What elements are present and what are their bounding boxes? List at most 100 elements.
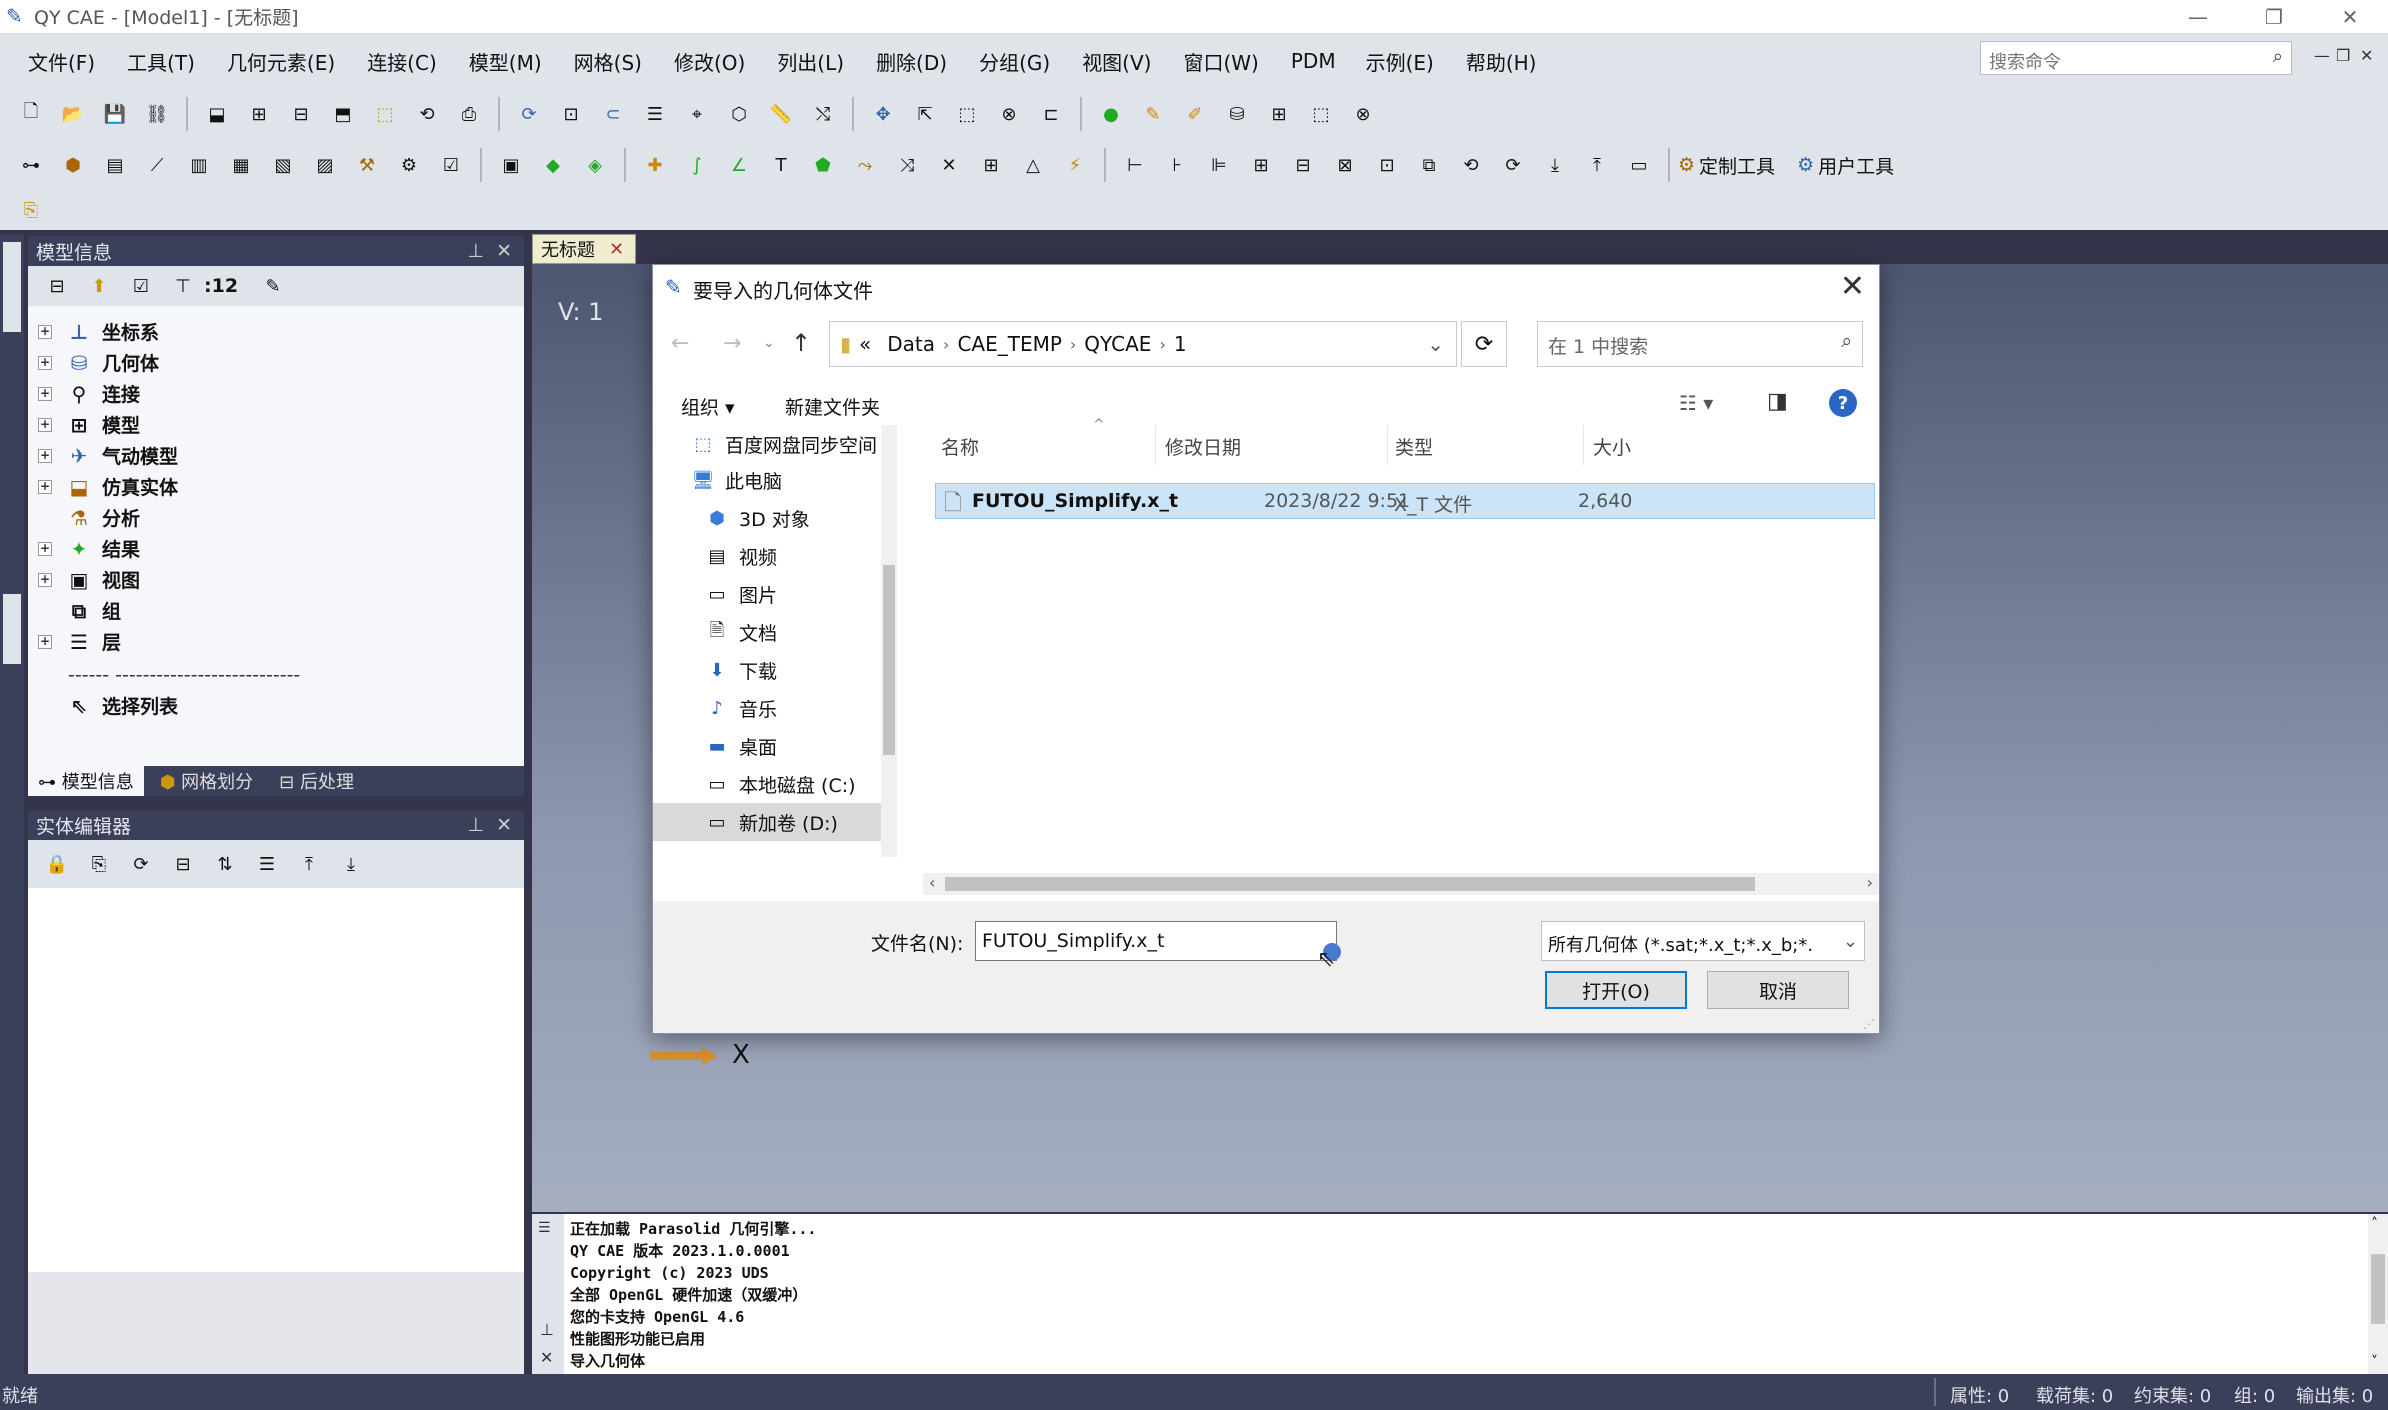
expand-icon[interactable]: +	[38, 386, 52, 401]
pin-icon[interactable]: ⊥	[467, 814, 484, 836]
preview-pane-icon[interactable]: ◨	[1767, 389, 1788, 414]
tree-node[interactable]: + ⚲ 连接	[38, 380, 140, 407]
scroll-up-icon[interactable]: ˄	[2371, 1216, 2378, 1232]
address-dropdown-icon[interactable]: ⌄	[1427, 332, 1444, 356]
cell-icon[interactable]: ⊞	[1246, 150, 1276, 180]
report-icon[interactable]: ▥	[184, 150, 214, 180]
select-arrow-icon[interactable]: ⇱	[910, 99, 940, 129]
link-icon[interactable]: ⛓	[142, 99, 172, 129]
tree-node[interactable]: + ⬓ 仿真实体	[38, 473, 178, 500]
menu-examples[interactable]: 示例(E)	[1366, 47, 1434, 76]
hierarchy-icon[interactable]: ⊤	[168, 271, 198, 301]
menu-connect[interactable]: 连接(C)	[367, 47, 437, 76]
breadcrumb-data[interactable]: Data	[887, 332, 935, 356]
resize-grip-icon[interactable]: ⋰	[1863, 1017, 1875, 1031]
save-icon[interactable]: 💾	[100, 99, 130, 129]
file-row[interactable]: 🗋 FUTOU_Simplify.x_t 2023/8/22 9:51 X_T …	[935, 483, 1875, 519]
nav-local-disk-c[interactable]: ▭ 本地磁盘 (C:)	[705, 771, 855, 798]
cancel-button[interactable]: 取消	[1707, 971, 1849, 1009]
tree-node[interactable]: + ▣ 视图	[38, 566, 140, 593]
spline-icon[interactable]: ∫	[682, 150, 712, 180]
menu-window[interactable]: 窗口(W)	[1183, 47, 1258, 76]
tab-postprocess[interactable]: ⊟ 后处理	[269, 766, 364, 796]
model-cube-icon[interactable]: ⬢	[58, 150, 88, 180]
column-header-type[interactable]: 类型	[1395, 433, 1433, 460]
text-tool-icon[interactable]: T	[766, 150, 796, 180]
select-box-icon[interactable]: ⬚	[952, 99, 982, 129]
expand-icon[interactable]: +	[38, 634, 52, 649]
search-icon[interactable]: ⌕	[2273, 46, 2283, 67]
pan-icon[interactable]: ✥	[868, 99, 898, 129]
expand-icon[interactable]: +	[38, 479, 52, 494]
data-table-icon[interactable]: ▤	[100, 150, 130, 180]
move-down-icon[interactable]: ⤓	[336, 849, 366, 879]
console-close-icon[interactable]: ✕	[540, 1348, 553, 1367]
breadcrumb-1[interactable]: 1	[1174, 332, 1187, 356]
menu-mesh[interactable]: 网格(S)	[574, 47, 642, 76]
category-icon[interactable]: ⊟	[168, 849, 198, 879]
expand-icon[interactable]: +	[38, 355, 52, 370]
close-icon[interactable]: ✕	[2320, 0, 2380, 34]
cell2-icon[interactable]: ⊟	[1288, 150, 1318, 180]
tree-node[interactable]: + ⛁ 几何体	[38, 349, 159, 376]
folder-search-input[interactable]: 在 1 中搜索 ⌕	[1537, 321, 1863, 367]
nav-3d-objects[interactable]: ⬢ 3D 对象	[705, 505, 810, 532]
nav-desktop[interactable]: ▬ 桌面	[705, 733, 777, 760]
filename-input[interactable]: FUTOU_Simplify.x_t	[975, 921, 1337, 961]
property-grid-icon[interactable]: ☰	[252, 849, 282, 879]
selection-list-node[interactable]: ⇖ 选择列表	[66, 692, 178, 719]
file-hscrollbar[interactable]: ‹ ›	[923, 873, 1879, 895]
bar-flag-icon[interactable]: ⊦	[1162, 150, 1192, 180]
pick-icon[interactable]: ⌖	[682, 99, 712, 129]
brush-icon[interactable]: ✎	[1138, 99, 1168, 129]
nav-this-pc[interactable]: 🖥 此电脑	[691, 467, 782, 494]
expand-icon[interactable]: +	[38, 572, 52, 587]
help-icon[interactable]: ?	[1829, 389, 1857, 417]
tab-meshing[interactable]: ⬢ 网格划分	[150, 766, 263, 796]
nav-pictures[interactable]: ▭ 图片	[705, 581, 777, 608]
pen-dropdown-icon[interactable]: ✎	[258, 271, 288, 301]
stop-icon[interactable]: ⊗	[1348, 99, 1378, 129]
tab-close-icon[interactable]: ✕	[609, 239, 624, 260]
grid-icon[interactable]: ⊟	[286, 99, 316, 129]
minimize-icon[interactable]: —	[2168, 0, 2228, 34]
layers-icon[interactable]: ⛁	[1222, 99, 1252, 129]
file-type-filter[interactable]: 所有几何体 (*.sat;*.x_t;*.x_b;*. ⌄	[1541, 921, 1865, 961]
breadcrumb-cae-temp[interactable]: CAE_TEMP	[957, 332, 1061, 356]
panel-close-icon[interactable]: ✕	[496, 814, 512, 836]
move-up-icon[interactable]: ⤒	[294, 849, 324, 879]
tree-node[interactable]: ⧉ 组	[66, 597, 121, 624]
nav-downloads[interactable]: ⬇ 下载	[705, 657, 777, 684]
new-file-icon[interactable]: 🗋	[16, 99, 46, 129]
open-button[interactable]: 打开(O)	[1545, 971, 1687, 1009]
history-chevron-icon[interactable]: ⌄	[763, 335, 775, 351]
dialog-close-icon[interactable]: ✕	[1840, 269, 1865, 304]
curve-icon[interactable]: ◈	[580, 150, 610, 180]
view-grid-icon[interactable]: ⊞	[1264, 99, 1294, 129]
split-icon[interactable]: ⤨	[892, 150, 922, 180]
magnet-icon[interactable]: ⊂	[598, 99, 628, 129]
menu-help[interactable]: 帮助(H)	[1466, 47, 1537, 76]
cell3-icon[interactable]: ⊠	[1330, 150, 1360, 180]
mdi-minimize-icon[interactable]: —	[2314, 46, 2330, 65]
check-icon[interactable]: ☑	[436, 150, 466, 180]
point-icon[interactable]: ✚	[640, 150, 670, 180]
menu-model[interactable]: 模型(M)	[469, 47, 542, 76]
menu-geometry[interactable]: 几何元素(E)	[227, 47, 335, 76]
side-tab-1[interactable]	[3, 242, 21, 332]
menu-file[interactable]: 文件(F)	[28, 47, 95, 76]
tab-model-info[interactable]: ⊶ 模型信息	[28, 766, 144, 796]
menu-delete[interactable]: 删除(D)	[876, 47, 947, 76]
view-options-icon[interactable]: ☷ ▾	[1679, 391, 1713, 415]
menu-modify[interactable]: 修改(O)	[674, 47, 745, 76]
breadcrumb-overflow[interactable]: «	[859, 332, 871, 356]
table-icon[interactable]: ⊞	[244, 99, 274, 129]
organize-button[interactable]: 组织 ▾	[681, 393, 735, 420]
eraser-icon[interactable]: ✐	[1180, 99, 1210, 129]
refresh-path-icon[interactable]: ⟳	[1461, 321, 1507, 367]
restore-icon[interactable]: ❐	[2244, 0, 2304, 34]
scroll-down-icon[interactable]: ˅	[2371, 1354, 2378, 1370]
user-tools-button[interactable]: ⚙ 用户工具	[1797, 152, 1894, 179]
nav-baidu-sync[interactable]: ⬚ 百度网盘同步空间	[691, 431, 877, 458]
zoom-box-icon[interactable]: ⊡	[556, 99, 586, 129]
